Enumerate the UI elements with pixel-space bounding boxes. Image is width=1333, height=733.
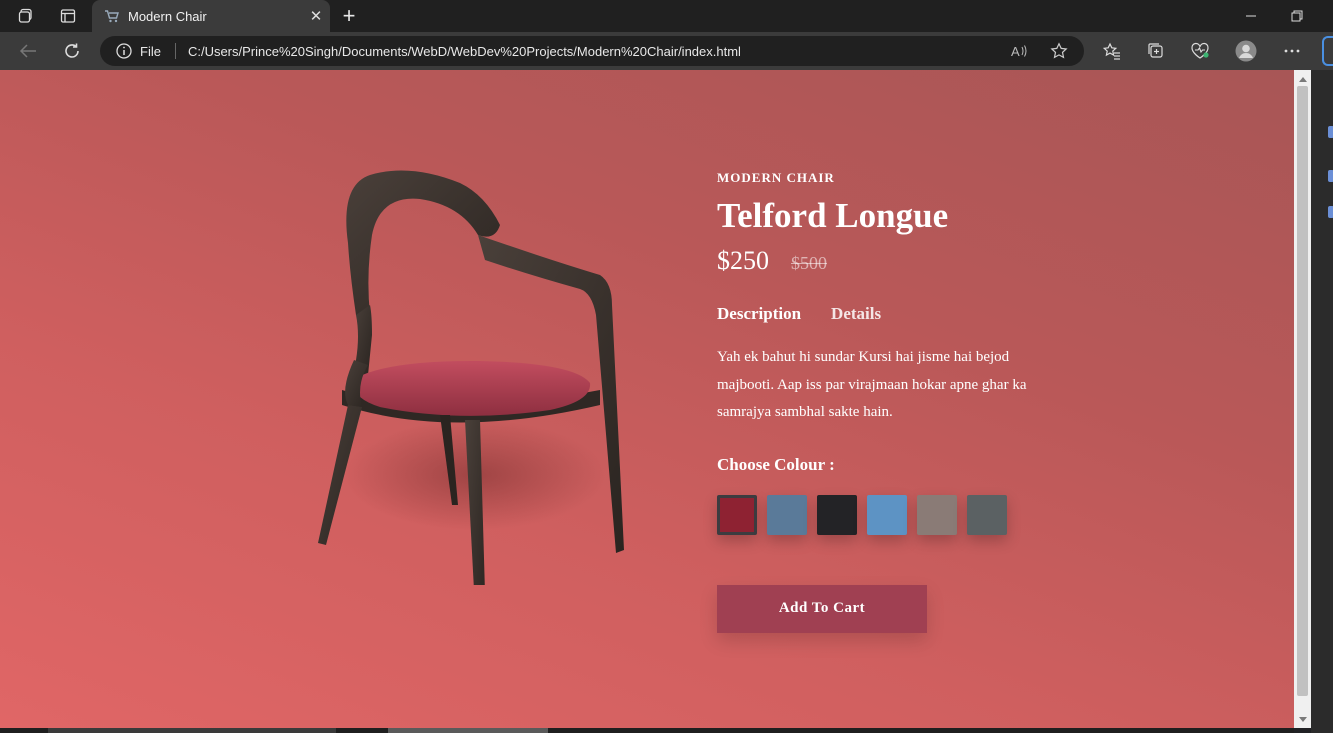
taskbar-edge — [0, 728, 1294, 733]
colour-swatches — [717, 494, 1077, 535]
favorite-star-icon[interactable] — [1046, 40, 1072, 62]
product-description: Yah ek bahut hi sundar Kursi hai jisme h… — [717, 349, 1027, 420]
svg-text:A: A — [1011, 44, 1020, 59]
browser-essentials-icon[interactable] — [1182, 36, 1218, 66]
colour-swatch-denim-fabric[interactable] — [767, 494, 807, 535]
browser-toolbar: File C:/Users/Prince%20Singh/Documents/W… — [0, 32, 1333, 70]
choose-colour-label: Choose Colour : — [717, 454, 835, 474]
sidebar-app-icon[interactable] — [1328, 126, 1333, 138]
profile-avatar-icon[interactable] — [1228, 36, 1264, 66]
colour-swatch-grey-fabric[interactable] — [967, 494, 1007, 535]
tab-actions-icon[interactable] — [48, 0, 88, 32]
scroll-down-icon[interactable] — [1294, 712, 1311, 726]
scrollbar-thumb[interactable] — [1297, 86, 1308, 696]
read-aloud-icon[interactable]: A — [1006, 40, 1032, 62]
colour-swatch-taupe-fabric[interactable] — [917, 494, 957, 535]
colour-swatch-light-blue-fabric[interactable] — [867, 494, 907, 535]
product-title: Telford Longue — [717, 196, 949, 235]
favorites-icon[interactable] — [1094, 36, 1130, 66]
close-tab-icon[interactable]: ✕ — [302, 2, 330, 30]
copilot-icon[interactable] — [1322, 36, 1333, 66]
edge-sidebar — [1311, 70, 1333, 733]
workspaces-icon[interactable] — [6, 0, 46, 32]
tab-modern-chair[interactable]: Modern Chair ✕ — [92, 0, 330, 32]
back-icon[interactable] — [12, 36, 44, 66]
url-text[interactable]: C:/Users/Prince%20Singh/Documents/WebD/W… — [188, 44, 741, 59]
address-divider — [174, 43, 176, 59]
tab-title: Modern Chair — [128, 8, 207, 24]
colour-swatch-black-fabric[interactable] — [817, 494, 857, 535]
collections-icon[interactable] — [1138, 36, 1174, 66]
add-to-cart-button[interactable]: Add To Cart — [717, 584, 927, 633]
address-bar[interactable]: File C:/Users/Prince%20Singh/Documents/W… — [100, 36, 1084, 66]
price-row: $250 $500 — [717, 246, 1077, 276]
current-price: $250 — [717, 246, 769, 275]
info-icon[interactable] — [116, 43, 132, 59]
refresh-icon[interactable] — [56, 36, 88, 66]
cart-icon — [104, 8, 120, 24]
tab-details[interactable]: Details — [831, 304, 881, 324]
tab-strip: Modern Chair ✕ + — [0, 0, 1333, 32]
vertical-scrollbar[interactable] — [1294, 70, 1311, 728]
product-details: MODERN CHAIR Telford Longue $250 $500 De… — [717, 170, 1077, 633]
minimize-icon[interactable] — [1228, 0, 1274, 32]
sidebar-app-icon[interactable] — [1328, 206, 1333, 218]
taskbar-segment — [48, 728, 336, 733]
colour-swatch-maroon-fabric[interactable] — [717, 494, 757, 535]
product-tabs: Description Details — [717, 304, 1077, 324]
taskbar-segment — [388, 728, 548, 733]
new-tab-icon[interactable]: + — [334, 0, 364, 32]
product-category: MODERN CHAIR — [717, 170, 835, 185]
chair-image — [300, 165, 640, 628]
page-viewport: MODERN CHAIR Telford Longue $250 $500 De… — [0, 70, 1294, 728]
original-price: $500 — [791, 253, 827, 273]
address-scheme: File — [140, 43, 161, 59]
more-menu-icon[interactable] — [1274, 36, 1310, 66]
tab-description[interactable]: Description — [717, 304, 801, 324]
restore-icon[interactable] — [1274, 0, 1320, 32]
scroll-up-icon[interactable] — [1294, 72, 1311, 86]
sidebar-app-icon[interactable] — [1328, 170, 1333, 182]
